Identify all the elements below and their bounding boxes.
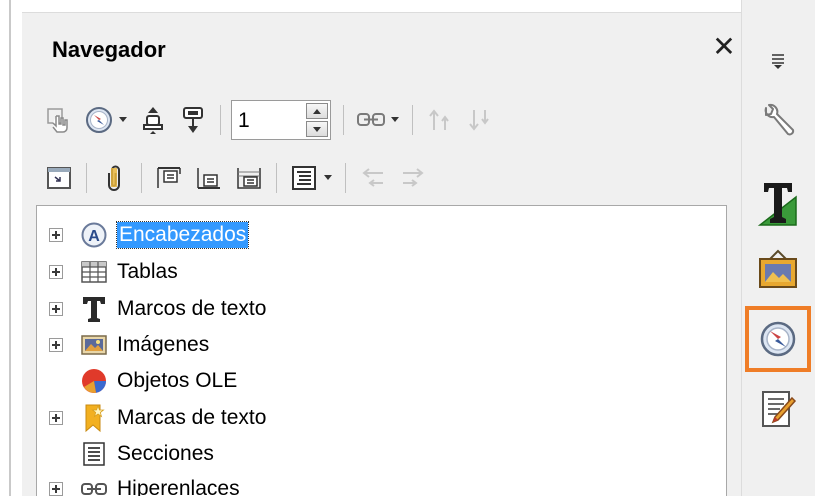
demote-icon[interactable] <box>463 103 497 137</box>
panel-title: Navegador <box>52 37 166 62</box>
content-tree[interactable]: A Encabezados Tablas Marcos de texto Imá… <box>36 205 727 496</box>
hyperlink-dropdown-arrow[interactable] <box>388 103 402 137</box>
ole-object-icon <box>79 366 109 396</box>
footer-icon[interactable] <box>192 161 226 195</box>
manage-changes-icon[interactable] <box>748 380 808 440</box>
anchor-icon[interactable] <box>232 161 266 195</box>
text-frame-icon <box>79 294 109 324</box>
navigator-icon[interactable] <box>745 306 811 372</box>
tree-item-headings[interactable]: A Encabezados <box>37 218 726 252</box>
drag-mode-icon[interactable] <box>42 103 76 137</box>
toolbar-separator <box>86 163 87 193</box>
tree-item-images[interactable]: Imágenes <box>37 328 726 362</box>
gallery-icon[interactable] <box>748 240 808 300</box>
menu-icon[interactable] <box>748 30 808 90</box>
properties-icon[interactable] <box>748 94 808 154</box>
styles-icon[interactable] <box>748 174 808 234</box>
close-button[interactable]: ✕ <box>710 33 738 61</box>
tree-item-label: Objetos OLE <box>117 369 238 392</box>
page-number-input[interactable] <box>238 107 298 135</box>
sidebar-tabbar <box>741 0 815 496</box>
tree-item-bookmarks[interactable]: Marcas de texto <box>37 401 726 435</box>
bookmark-icon <box>79 403 109 433</box>
previous-object-icon[interactable] <box>136 103 170 137</box>
toolbar-separator <box>141 163 142 193</box>
next-object-icon[interactable] <box>176 103 210 137</box>
reminder-icon[interactable] <box>97 161 131 195</box>
splitter[interactable] <box>9 0 11 496</box>
promote-level-icon[interactable] <box>356 161 390 195</box>
left-edge <box>0 0 22 496</box>
toolbar-separator <box>220 105 221 135</box>
page-spinbox[interactable] <box>231 100 331 140</box>
image-icon <box>79 330 109 360</box>
navigator-toolbar-2 <box>42 156 436 200</box>
tree-item-ole-objects[interactable]: Objetos OLE <box>37 364 726 398</box>
spin-up-arrow[interactable] <box>306 103 328 119</box>
toolbar-separator <box>412 105 413 135</box>
expand-toggle[interactable] <box>49 482 63 496</box>
navigator-panel: Navegador ✕ 1 A Encabezados Tablas Marco… <box>22 12 741 496</box>
hyperlink-icon <box>79 474 109 496</box>
promote-icon[interactable] <box>423 103 457 137</box>
tree-item-label: Hiperenlaces <box>117 477 240 496</box>
heading-levels-icon[interactable] <box>287 161 321 195</box>
heading-levels-dropdown-arrow[interactable] <box>321 161 335 195</box>
expand-toggle[interactable] <box>49 338 63 352</box>
headings-icon: A <box>79 220 109 250</box>
compass-dropdown-arrow[interactable] <box>116 103 130 137</box>
tree-item-label: Secciones <box>117 442 214 465</box>
tree-item-text-frames[interactable]: Marcos de texto <box>37 292 726 326</box>
tree-item-label: Marcas de texto <box>117 406 267 429</box>
navigator-toolbar-1 <box>42 98 503 142</box>
expand-toggle[interactable] <box>49 228 63 242</box>
svg-text:A: A <box>88 228 100 245</box>
section-icon <box>79 439 109 469</box>
toolbar-separator <box>276 163 277 193</box>
toolbar-separator <box>345 163 346 193</box>
demote-level-icon[interactable] <box>396 161 430 195</box>
toggle-master-view-icon[interactable] <box>42 161 76 195</box>
tree-item-label: Tablas <box>117 260 178 283</box>
expand-toggle[interactable] <box>49 302 63 316</box>
spin-down-arrow[interactable] <box>306 121 328 137</box>
spin-arrows <box>306 103 328 137</box>
tree-item-tables[interactable]: Tablas <box>37 255 726 289</box>
tree-item-label: Marcos de texto <box>117 297 267 320</box>
navigation-compass-icon[interactable] <box>82 103 116 137</box>
expand-toggle[interactable] <box>49 265 63 279</box>
hyperlink-insert-icon[interactable] <box>354 103 388 137</box>
tree-item-label: Imágenes <box>117 333 210 356</box>
header-icon[interactable] <box>152 161 186 195</box>
tree-item-hyperlinks[interactable]: Hiperenlaces <box>37 472 726 496</box>
toolbar-separator <box>343 105 344 135</box>
table-icon <box>79 257 109 287</box>
expand-toggle[interactable] <box>49 411 63 425</box>
tree-item-sections[interactable]: Secciones <box>37 437 726 471</box>
tree-item-label: Encabezados <box>115 221 250 249</box>
